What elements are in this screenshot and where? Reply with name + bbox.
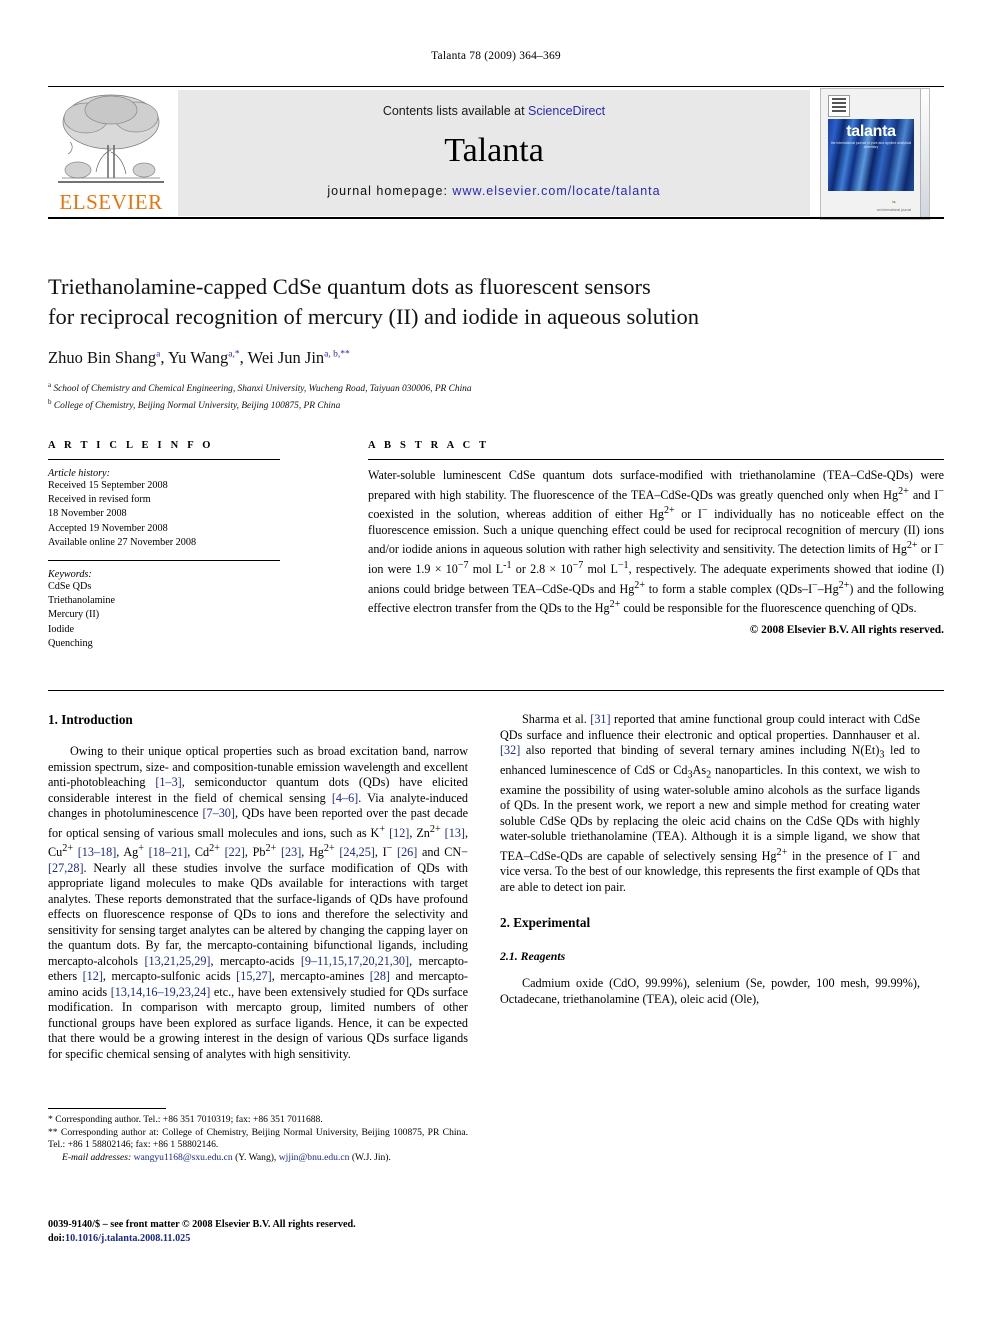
- affiliation-mark: a: [48, 381, 52, 389]
- article-history-list: Received 15 September 2008 Received in r…: [48, 479, 280, 550]
- page-title: Triethanolamine-capped CdSe quantum dots…: [48, 272, 944, 332]
- cover-subtitle: the international journal of pure and ap…: [830, 141, 912, 149]
- author-affiliation-mark: a,*: [228, 349, 240, 360]
- reagents-paragraph-1: Cadmium oxide (CdO, 99.99%), selenium (S…: [500, 976, 920, 1006]
- abstract-rule: [368, 459, 944, 460]
- email-link-2[interactable]: wjjin@bnu.edu.cn: [279, 1152, 350, 1163]
- footnote-region: * Corresponding author. Tel.: +86 351 70…: [48, 1108, 468, 1164]
- section-heading-introduction: 1. Introduction: [48, 712, 133, 727]
- section-heading-experimental: 2. Experimental: [500, 915, 591, 931]
- footnote-emails: E-mail addresses: wangyu1168@sxu.edu.cn …: [48, 1152, 468, 1165]
- keyword-item: Quenching: [48, 637, 93, 649]
- article-info-column: A R T I C L E I N F O Article history: R…: [48, 440, 280, 651]
- journal-masthead: ELSEVIER Contents lists available at Sci…: [48, 86, 944, 220]
- keyword-item: Triethanolamine: [48, 595, 115, 607]
- affiliation-mark: b: [48, 398, 52, 407]
- paper-title-line-1: Triethanolamine-capped CdSe quantum dots…: [48, 274, 651, 299]
- footnote-rule: [48, 1108, 166, 1109]
- keywords-label: Keywords:: [48, 569, 92, 581]
- footnote-corresponding-author-2: ** Corresponding author at: College of C…: [48, 1126, 468, 1151]
- history-item: Received in revised form: [48, 494, 151, 506]
- email-link-1[interactable]: wangyu1168@sxu.edu.cn: [134, 1152, 233, 1163]
- body-top-rule: [48, 690, 944, 691]
- article-info-rule: [48, 459, 280, 460]
- elsevier-tree-icon: [56, 90, 166, 190]
- cover-footer: ❧ an international journal: [876, 200, 912, 212]
- title-block: Triethanolamine-capped CdSe quantum dots…: [48, 272, 944, 413]
- body-column-right: Sharma et al. [31] reported that amine f…: [500, 712, 920, 1007]
- doi-line: doi:10.1016/j.talanta.2008.11.025: [48, 1232, 468, 1246]
- masthead-top-rule: [48, 86, 944, 87]
- history-item: Received 15 September 2008: [48, 480, 168, 491]
- imprint-region: 0039-9140/$ – see front matter © 2008 El…: [48, 1218, 468, 1245]
- keyword-item: Iodide: [48, 623, 75, 635]
- contents-prefix: Contents lists available at: [382, 104, 529, 118]
- affiliation-text: School of Chemistry and Chemical Enginee…: [53, 384, 472, 395]
- imprint-line: 0039-9140/$ – see front matter © 2008 El…: [48, 1219, 356, 1230]
- abstract-copyright: © 2008 Elsevier B.V. All rights reserved…: [749, 623, 944, 636]
- author-name[interactable]: Yu Wang: [168, 348, 228, 367]
- author-affiliation-mark: a, b,**: [324, 349, 350, 360]
- intro-paragraph-2: Sharma et al. [31] reported that amine f…: [500, 712, 921, 894]
- author-name[interactable]: Wei Jun Jin: [248, 348, 325, 367]
- cover-title: talanta: [846, 123, 896, 140]
- author-affiliation-mark: a: [156, 349, 161, 360]
- footnote-corresponding-author-1: * Corresponding author. Tel.: +86 351 70…: [48, 1114, 323, 1125]
- history-item: Accepted 19 November 2008: [48, 522, 168, 534]
- sciencedirect-link[interactable]: ScienceDirect: [528, 104, 605, 118]
- masthead-bottom-rule: [48, 217, 944, 219]
- abstract-heading: A B S T R A C T: [368, 440, 490, 451]
- article-info-heading: A R T I C L E I N F O: [48, 440, 214, 451]
- history-item: 18 November 2008: [48, 508, 127, 520]
- author-name[interactable]: Zhuo Bin Shang: [48, 348, 156, 367]
- keyword-item: CdSe QDs: [48, 581, 92, 593]
- journal-title: Talanta: [444, 132, 544, 169]
- email-person-2: (W.J. Jin).: [351, 1151, 391, 1163]
- paper-title-line-2: for reciprocal recognition of mercury (I…: [48, 304, 700, 329]
- elsevier-logo: ELSEVIER: [50, 90, 172, 216]
- doi-label: doi:: [48, 1232, 65, 1244]
- affiliation-item: a School of Chemistry and Chemical Engin…: [48, 379, 944, 396]
- author-list: Zhuo Bin Shanga, Yu Wanga,*, Wei Jun Jin…: [48, 348, 350, 367]
- cover-publisher-mark-icon: [828, 95, 850, 117]
- history-item: Available online 27 November 2008: [48, 536, 197, 548]
- abstract-column: A B S T R A C T Water-soluble luminescen…: [368, 440, 944, 636]
- contents-available-line: Contents lists available at ScienceDirec…: [178, 104, 810, 118]
- journal-homepage-link[interactable]: www.elsevier.com/locate/talanta: [452, 184, 660, 198]
- running-head: Talanta 78 (2009) 364–369: [431, 50, 561, 62]
- cover-spine: [920, 89, 929, 219]
- journal-homepage-line: journal homepage: www.elsevier.com/locat…: [178, 184, 810, 198]
- elsevier-wordmark: ELSEVIER: [59, 190, 163, 214]
- subsection-heading-reagents: 2.1. Reagents: [500, 949, 566, 964]
- keywords-list: CdSe QDs Triethanolamine Mercury (II) Io…: [48, 580, 280, 651]
- masthead-center-band: Contents lists available at ScienceDirec…: [178, 90, 810, 216]
- doi-link[interactable]: 10.1016/j.talanta.2008.11.025: [65, 1233, 190, 1244]
- abstract-text: Water-soluble luminescent CdSe quantum d…: [368, 468, 945, 616]
- homepage-prefix: journal homepage:: [327, 184, 453, 198]
- affiliation-text: College of Chemistry, Beijing Normal Uni…: [53, 401, 341, 412]
- email-person-1: (Y. Wang),: [235, 1151, 277, 1163]
- cover-leaf-icon: ❧: [891, 200, 897, 206]
- keyword-item: Mercury (II): [48, 609, 100, 621]
- body-column-left: 1. Introduction Owing to their unique op…: [48, 712, 468, 1062]
- journal-cover-thumbnail[interactable]: talanta the international journal of pur…: [820, 88, 930, 220]
- keywords-rule: [48, 560, 280, 562]
- intro-paragraph-1: Owing to their unique optical properties…: [48, 744, 469, 1061]
- paper-page: Talanta 78 (2009) 364–369 ELSEVIER Conte…: [0, 0, 992, 1323]
- email-label: E-mail addresses:: [62, 1151, 132, 1163]
- affiliation-list: a School of Chemistry and Chemical Engin…: [48, 379, 944, 413]
- affiliation-item: b College of Chemistry, Beijing Normal U…: [48, 396, 944, 413]
- article-history-label: Article history:: [48, 468, 110, 479]
